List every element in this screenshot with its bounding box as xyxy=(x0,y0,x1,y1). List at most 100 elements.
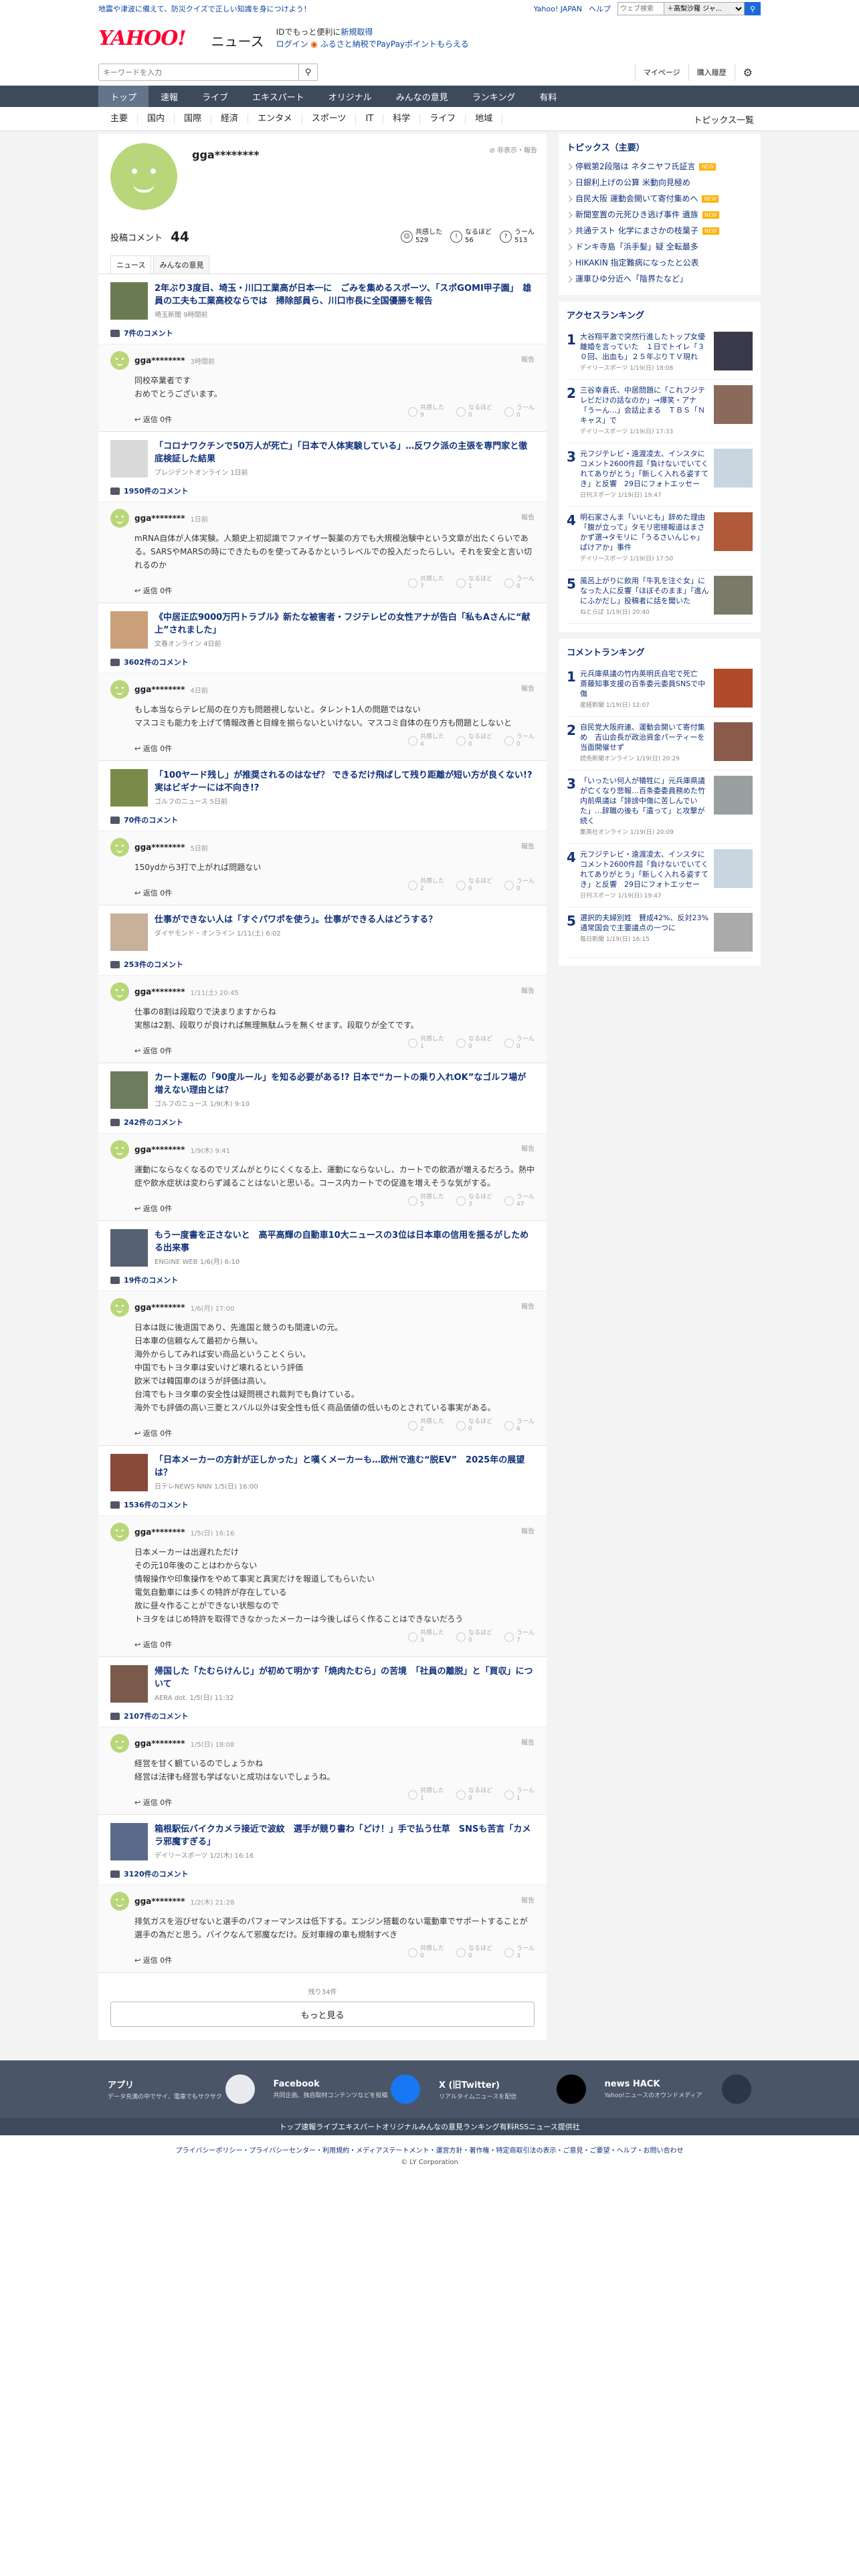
rank-title[interactable]: 風呂上がりに飲用「牛乳を注ぐ女」になった人に反響「ほぼそのまま」「進んにふかだし… xyxy=(580,576,710,606)
report-link[interactable]: 報告 xyxy=(521,841,535,851)
ranking-item[interactable]: 5 選択的夫婦別姓 賛成42%、反対23% 通常国会で主要議点の一つに 毎日新聞 1… xyxy=(567,907,753,958)
insight-button[interactable]: なるほど 1 xyxy=(456,576,492,591)
category-1[interactable]: 国内 xyxy=(138,114,175,124)
footer-nav-3[interactable]: エキスパート xyxy=(338,2121,382,2132)
article-link[interactable]: 帰国した「たむらけんじ」が初めて明かす「焼肉たむら」の苦境 「社員の離脱」と「買… xyxy=(98,1657,547,1708)
footer-nav-5[interactable]: みんなの意見 xyxy=(419,2121,463,2132)
ranking-item[interactable]: 1 大谷翔平激で突然行進したトップ女優 離婚を言っていた １日でトイレ「３０回、出… xyxy=(567,326,753,380)
comment-count-link[interactable]: 253件のコメント xyxy=(98,956,547,975)
empathy-button[interactable]: 共感した 7 xyxy=(407,576,444,591)
report-link[interactable]: 報告 xyxy=(521,1895,535,1905)
report-link[interactable]: 報告 xyxy=(521,683,535,693)
rank-thumbnail[interactable] xyxy=(714,849,753,888)
login-link[interactable]: ログイン xyxy=(276,39,308,49)
comment-count-link[interactable]: 3602件のコメント xyxy=(98,654,547,673)
article-thumbnail[interactable] xyxy=(110,1071,148,1109)
topic-link[interactable]: ドンキ寺島「浜手髪」疑 全転最多 xyxy=(567,239,753,255)
topic-link[interactable]: 運車ひゆ分近へ「陰界たなど」 xyxy=(567,271,753,287)
category-8[interactable]: ライフ xyxy=(420,114,466,124)
report-link[interactable]: 報告 xyxy=(521,1525,535,1535)
comment-count[interactable]: 7件のコメント xyxy=(124,328,173,338)
article-thumbnail[interactable] xyxy=(110,1665,148,1703)
rank-title[interactable]: 「いったい何人が犠牲に」元兵庫県議が亡くなり悲報…百条委委員務めた竹内前県議は「… xyxy=(580,776,710,826)
search-icon[interactable]: ⚲ xyxy=(299,64,318,81)
empathy-button[interactable]: 共感した 5 xyxy=(407,1194,444,1208)
hmm-button[interactable]: うーん 0 xyxy=(504,734,535,748)
article-thumbnail[interactable] xyxy=(110,611,148,649)
insight-button[interactable]: なるほど 0 xyxy=(456,1418,492,1433)
rank-title[interactable]: 元フジテレビ・遠渡凌太、インスタにコメント2600件超「負けないでいてくれてあり… xyxy=(580,849,710,889)
rank-thumbnail[interactable] xyxy=(714,385,753,424)
empathy-button[interactable]: 共感した 2 xyxy=(407,878,444,893)
comment-count[interactable]: 3120件のコメント xyxy=(124,1868,189,1879)
footer-nav-1[interactable]: 速報 xyxy=(301,2121,316,2132)
hmm-button[interactable]: うーん 3 xyxy=(504,1945,535,1960)
topic-link[interactable]: HIKAKIN 指定難病になったと公表 xyxy=(567,255,753,271)
rank-thumbnail[interactable] xyxy=(714,669,753,708)
tab-6[interactable]: ランキング xyxy=(460,86,528,107)
insight-button[interactable]: なるほど 0 xyxy=(456,1630,492,1644)
ranking-item[interactable]: 2 三谷幸喜氏、中居問題に「これフジテレビだけの話なのか」→爆笑・アナ「うーん…」… xyxy=(567,380,753,443)
rank-title[interactable]: 元フジテレビ・遠渡凌太、インスタにコメント2600件超「負けないでいてくれてあり… xyxy=(580,449,710,489)
rank-title[interactable]: 選択的夫婦別姓 賛成42%、反対23% 通常国会で主要議点の一つに xyxy=(580,913,716,933)
tab-5[interactable]: みんなの意見 xyxy=(384,86,460,107)
report-link[interactable]: 報告 xyxy=(521,985,535,995)
empathy-button[interactable]: 共感した 4 xyxy=(407,734,444,748)
app-link[interactable]: X (旧Twitter) リアルタイムニュースを配信 xyxy=(430,2074,595,2104)
category-5[interactable]: スポーツ xyxy=(302,114,357,124)
rank-thumbnail[interactable] xyxy=(714,913,753,952)
article-thumbnail[interactable] xyxy=(110,1229,148,1267)
topic-link[interactable]: 日銀利上げの公算 米動向見極め xyxy=(567,175,753,191)
article-link[interactable]: 「日本メーカーの方針が正しかった」と嘆くメーカーも…欧州で進む“脱EV” 202… xyxy=(98,1446,547,1497)
article-thumbnail[interactable] xyxy=(110,914,148,951)
help-link[interactable]: ヘルプ xyxy=(589,3,611,14)
article-thumbnail[interactable] xyxy=(110,1454,148,1491)
load-more-button[interactable]: もっと見る xyxy=(110,2002,535,2027)
app-link[interactable]: Facebook 共同企画、独自取材コンテンツなどを投稿 xyxy=(264,2074,430,2104)
keyword-input[interactable] xyxy=(98,64,299,81)
ranking-item[interactable]: 4 元フジテレビ・遠渡凌太、インスタにコメント2600件超「負けないでいてくれてあ… xyxy=(567,844,753,907)
comment-count-link[interactable]: 242件のコメント xyxy=(98,1114,547,1133)
insight-button[interactable]: なるほど 0 xyxy=(456,1788,492,1802)
comment-count[interactable]: 2107件のコメント xyxy=(124,1711,189,1721)
article-title[interactable]: 仕事ができない人は「すぐパワポを使う」。仕事ができる人はどうする？ xyxy=(155,914,437,926)
comment-count-link[interactable]: 2107件のコメント xyxy=(98,1708,547,1727)
article-title[interactable]: カート運転の「90度ルール」を知る必要がある!? 日本で“カートの乗り入れOK”… xyxy=(155,1071,535,1097)
footer-nav-8[interactable]: RSS xyxy=(514,2123,529,2131)
rank-title[interactable]: 明石家さんま「いいとも」辞めた理由「腹が立って」タモリ密接報道はまさかず選→タモ… xyxy=(580,512,710,552)
empathy-button[interactable]: 共感した 0 xyxy=(407,1945,444,1960)
comment-count-link[interactable]: 1950件のコメント xyxy=(98,483,547,502)
ranking-item[interactable]: 4 明石家さんま「いいとも」辞めた理由「腹が立って」タモリ密接報道はまさかず選→タ… xyxy=(567,507,753,570)
empathy-button[interactable]: 共感した 2 xyxy=(407,1418,444,1433)
category-3[interactable]: 経済 xyxy=(211,114,249,124)
hmm-button[interactable]: うーん 0 xyxy=(504,576,535,591)
tab-0[interactable]: トップ xyxy=(98,86,149,107)
ranking-item[interactable]: 3 「いったい何人が犠牲に」元兵庫県議が亡くなり悲報…百条委委員務めた竹内前県議は… xyxy=(567,770,753,844)
topic-link[interactable]: 新聞室置の元死ひき逃げ事件 遺族 NEW xyxy=(567,207,753,223)
category-9[interactable]: 地域 xyxy=(466,114,503,124)
insight-button[interactable]: なるほど 0 xyxy=(456,878,492,893)
footer-nav-0[interactable]: トップ xyxy=(279,2121,301,2132)
article-thumbnail[interactable] xyxy=(110,769,148,807)
article-thumbnail[interactable] xyxy=(110,440,148,477)
comment-count[interactable]: 3602件のコメント xyxy=(124,657,189,667)
comment-count-link[interactable]: 7件のコメント xyxy=(98,325,547,344)
tab-7[interactable]: 有料 xyxy=(527,86,569,107)
rank-title[interactable]: 元兵庫県議の竹内英明氏自宅で死亡 斎藤知事支援の百条委元委員SNSで中傷 xyxy=(580,669,710,699)
article-link[interactable]: 《中居正広9000万円トラブル》新たな被害者・フジテレビの女性アナが告白「私もA… xyxy=(98,603,547,654)
article-link[interactable]: 仕事ができない人は「すぐパワポを使う」。仕事ができる人はどうする？ ダイヤモンド・… xyxy=(98,905,547,956)
search-icon[interactable]: ⚲ xyxy=(745,2,761,15)
gear-icon[interactable]: ⚙ xyxy=(734,64,761,81)
ranking-item[interactable]: 2 自民党大阪府連、運動会開いて寄付集め 吉山会長が政治資金パーティーを当面開催せ… xyxy=(567,717,753,770)
yahoo-news-logo[interactable]: YAHOO! ニュース xyxy=(98,27,264,50)
article-title[interactable]: 2年ぶり3度目、埼玉・川口工業高が日本一に ごみを集めるスポーツ、「スポGOMI… xyxy=(155,282,535,308)
comment-count-link[interactable]: 19件のコメント xyxy=(98,1272,547,1291)
footer-nav-6[interactable]: ランキング xyxy=(463,2121,500,2132)
tab-1[interactable]: 速報 xyxy=(149,86,190,107)
rank-title[interactable]: 大谷翔平激で突然行進したトップ女優 離婚を言っていた １日でトイレ「３０回、出血… xyxy=(580,332,712,362)
ranking-item[interactable]: 5 風呂上がりに飲用「牛乳を注ぐ女」になった人に反響「ほぼそのまま」「進んにふかだ… xyxy=(567,570,753,624)
report-link[interactable]: 報告 xyxy=(521,354,535,364)
empathy-button[interactable]: 共感した 3 xyxy=(407,1630,444,1644)
rank-thumbnail[interactable] xyxy=(714,332,753,370)
comment-count[interactable]: 70件のコメント xyxy=(124,815,178,825)
